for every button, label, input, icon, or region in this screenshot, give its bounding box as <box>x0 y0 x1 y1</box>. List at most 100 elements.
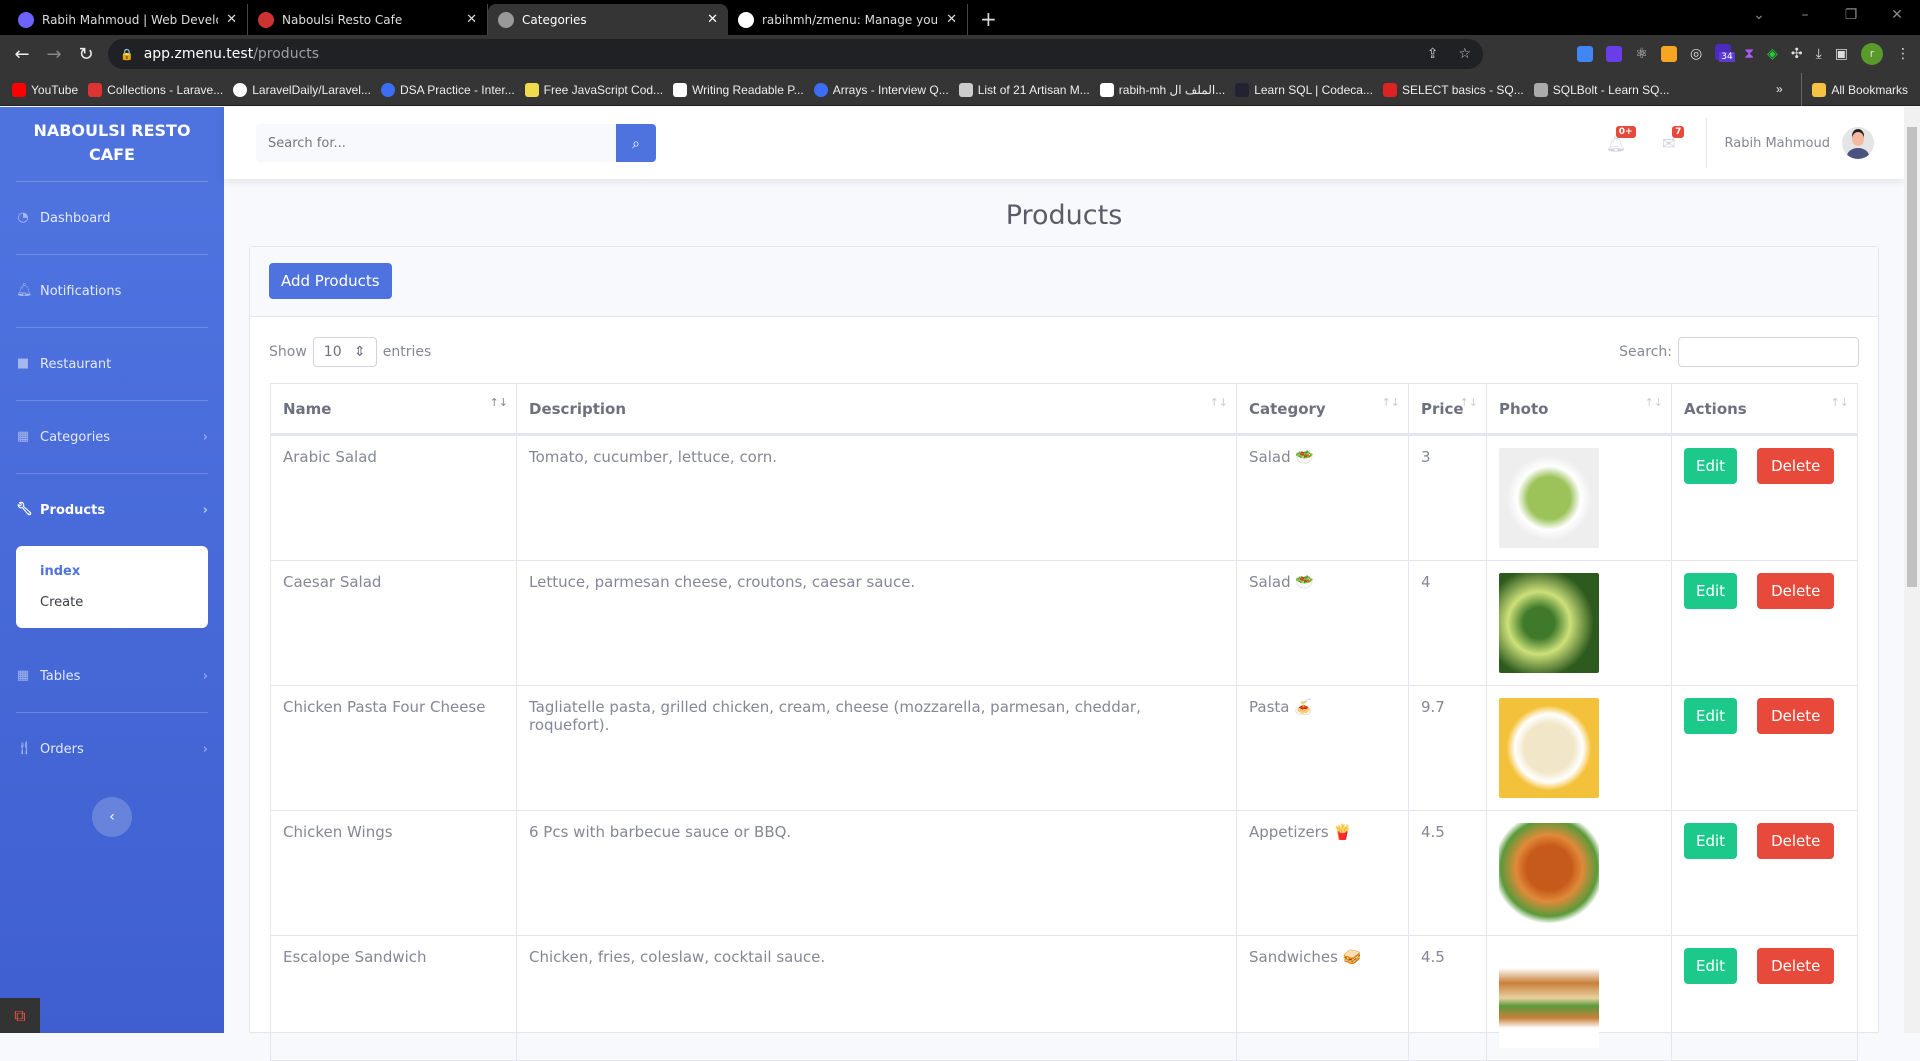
close-tab-icon[interactable]: ✕ <box>466 12 477 27</box>
sidebar-item-categories[interactable]: ▦ Categories › <box>0 401 224 473</box>
address-bar[interactable]: 🔒 app.zmenu.test/products ⇪ ☆ <box>108 39 1483 69</box>
target-extension-icon[interactable]: ◎ <box>1690 46 1702 62</box>
browser-tab[interactable]: rabihmh/zmenu: Manage your r ✕ <box>728 4 968 35</box>
extension-icon[interactable] <box>1606 46 1623 62</box>
bookmark[interactable]: SQLBolt - Learn SQ... <box>1533 82 1670 97</box>
sort-icon: ↑↓ <box>1381 396 1400 409</box>
edit-button[interactable]: Edit <box>1684 948 1738 984</box>
bookmarks-bar: YouTube Collections - Larave... LaravelD… <box>0 73 1920 106</box>
browser-tab[interactable]: Rabih Mahmoud | Web Developer ✕ <box>8 4 248 35</box>
column-header-description[interactable]: Description ↑↓ <box>516 383 1237 436</box>
sidebar-item-orders[interactable]: 🍴︎ Orders › <box>0 713 224 785</box>
brand-logo[interactable]: NABOULSI RESTO CAFE <box>0 107 224 181</box>
bookmark[interactable]: YouTube <box>12 82 78 97</box>
bookmark[interactable]: SELECT basics - SQ... <box>1382 82 1524 97</box>
bookmark[interactable]: Collections - Larave... <box>88 82 223 97</box>
page-scrollbar[interactable] <box>1904 107 1920 1033</box>
bookmark-star-icon[interactable]: ☆ <box>1458 46 1471 62</box>
cell-name: Caesar Salad <box>270 560 517 686</box>
entries-label: entries <box>382 344 432 360</box>
sidebar-item-restaurant[interactable]: ■ Restaurant <box>0 328 224 400</box>
menu-kebab-icon[interactable]: ⋮ <box>1896 46 1910 62</box>
browser-tab-active[interactable]: Categories ✕ <box>488 4 728 35</box>
close-tab-icon[interactable]: ✕ <box>946 12 957 27</box>
extensions-puzzle-icon[interactable]: ✣ <box>1791 46 1803 62</box>
side-panel-icon[interactable]: ▣ <box>1835 46 1848 62</box>
bookmark[interactable]: List of 21 Artisan M... <box>958 82 1090 97</box>
sort-icon: ↑↓ <box>1830 396 1849 409</box>
avatar[interactable] <box>1842 127 1874 159</box>
new-tab-button[interactable]: + <box>968 4 1009 35</box>
column-header-actions[interactable]: Actions ↑↓ <box>1671 383 1858 436</box>
delete-button[interactable]: Delete <box>1757 948 1835 984</box>
sidebar-item-products[interactable]: 🔧︎ Products › <box>0 474 224 546</box>
cell-photo <box>1486 560 1672 686</box>
close-tab-icon[interactable]: ✕ <box>226 12 237 27</box>
close-tab-icon[interactable]: ✕ <box>707 12 718 27</box>
submenu-item-index[interactable]: index <box>16 556 208 587</box>
delete-button[interactable]: Delete <box>1757 698 1835 734</box>
extension-icon[interactable] <box>1661 46 1677 62</box>
search-input[interactable] <box>256 124 616 162</box>
all-bookmarks[interactable]: All Bookmarks <box>1801 73 1908 106</box>
column-header-photo[interactable]: Photo ↑↓ <box>1486 383 1672 436</box>
forward-button[interactable]: → <box>38 44 70 65</box>
add-products-button[interactable]: Add Products <box>269 263 392 299</box>
extension-icon[interactable]: ◈ <box>1767 46 1778 62</box>
messages-envelope-icon[interactable]: ✉ 7 <box>1662 125 1685 153</box>
browser-tab[interactable]: Naboulsi Resto Cafe ✕ <box>248 4 488 35</box>
table-search-input[interactable] <box>1678 337 1859 367</box>
extension-icon[interactable]: 34 <box>1715 44 1735 64</box>
bookmark[interactable]: rabih-mh الملف ال... <box>1099 82 1225 97</box>
translate-extension-icon[interactable] <box>1577 46 1594 62</box>
sidebar-item-tables[interactable]: ▦ Tables › <box>0 640 224 712</box>
close-window-button[interactable]: ✕ <box>1874 0 1920 30</box>
sidebar-item-label: Categories <box>40 429 111 445</box>
profile-avatar[interactable]: r <box>1861 43 1883 65</box>
table-icon: ▦ <box>16 429 30 444</box>
bookmark[interactable]: LaravelDaily/Laravel... <box>233 82 371 97</box>
search-button[interactable]: ⌕ <box>616 124 656 162</box>
delete-button[interactable]: Delete <box>1757 448 1835 484</box>
cell-actions: Edit Delete <box>1671 560 1858 686</box>
entries-select[interactable]: 10 ⇕ <box>312 337 377 367</box>
hourglass-extension-icon[interactable]: ⧗ <box>1744 46 1754 62</box>
wrench-icon: 🔧︎ <box>16 502 33 517</box>
download-icon[interactable]: ⤓ <box>1816 46 1822 62</box>
column-header-category[interactable]: Category ↑↓ <box>1236 383 1409 436</box>
sidebar-toggle-button[interactable]: ‹ <box>92 797 132 837</box>
sidebar-item-dashboard[interactable]: ◔ Dashboard <box>0 182 224 254</box>
extension-badge: 34 <box>1719 52 1735 62</box>
edit-button[interactable]: Edit <box>1684 573 1738 609</box>
sort-icon: ↑↓ <box>1644 396 1663 409</box>
tab-search-icon[interactable]: ⌄ <box>1736 0 1782 30</box>
more-bookmarks-icon[interactable]: » <box>1776 82 1783 96</box>
delete-button[interactable]: Delete <box>1757 823 1835 859</box>
react-devtools-icon[interactable]: ⚛ <box>1635 46 1648 62</box>
sort-icon: ↑↓ <box>489 396 508 409</box>
reload-button[interactable]: ↻ <box>70 44 102 65</box>
sidebar-item-notifications[interactable]: 🔔︎ Notifications <box>0 255 224 327</box>
minimize-button[interactable]: – <box>1782 0 1828 30</box>
delete-button[interactable]: Delete <box>1757 573 1835 609</box>
edit-button[interactable]: Edit <box>1684 698 1738 734</box>
bookmark[interactable]: Learn SQL | Codeca... <box>1235 82 1373 97</box>
bookmark[interactable]: Free JavaScript Cod... <box>524 82 663 97</box>
column-header-name[interactable]: Name ↑↓ <box>270 383 517 436</box>
bookmark[interactable]: Arrays - Interview Q... <box>813 82 949 97</box>
back-button[interactable]: ← <box>6 44 38 65</box>
user-name[interactable]: Rabih Mahmoud <box>1725 136 1830 151</box>
alerts-bell-icon[interactable]: 🔔︎ 0+ <box>1606 125 1636 153</box>
bookmark[interactable]: DSA Practice - Inter... <box>380 82 515 97</box>
bookmark[interactable]: Writing Readable P... <box>673 82 804 97</box>
submenu-item-create[interactable]: Create <box>16 587 208 618</box>
restore-button[interactable]: ❐ <box>1828 0 1874 30</box>
share-icon[interactable]: ⇪ <box>1427 46 1439 62</box>
column-header-price[interactable]: Price ↑↓ <box>1408 383 1487 436</box>
cell-actions: Edit Delete <box>1671 685 1858 811</box>
products-submenu: index Create <box>16 546 208 628</box>
product-photo <box>1499 448 1599 548</box>
edit-button[interactable]: Edit <box>1684 448 1738 484</box>
laravel-debugbar-icon[interactable]: ⧉ <box>0 998 40 1033</box>
edit-button[interactable]: Edit <box>1684 823 1738 859</box>
